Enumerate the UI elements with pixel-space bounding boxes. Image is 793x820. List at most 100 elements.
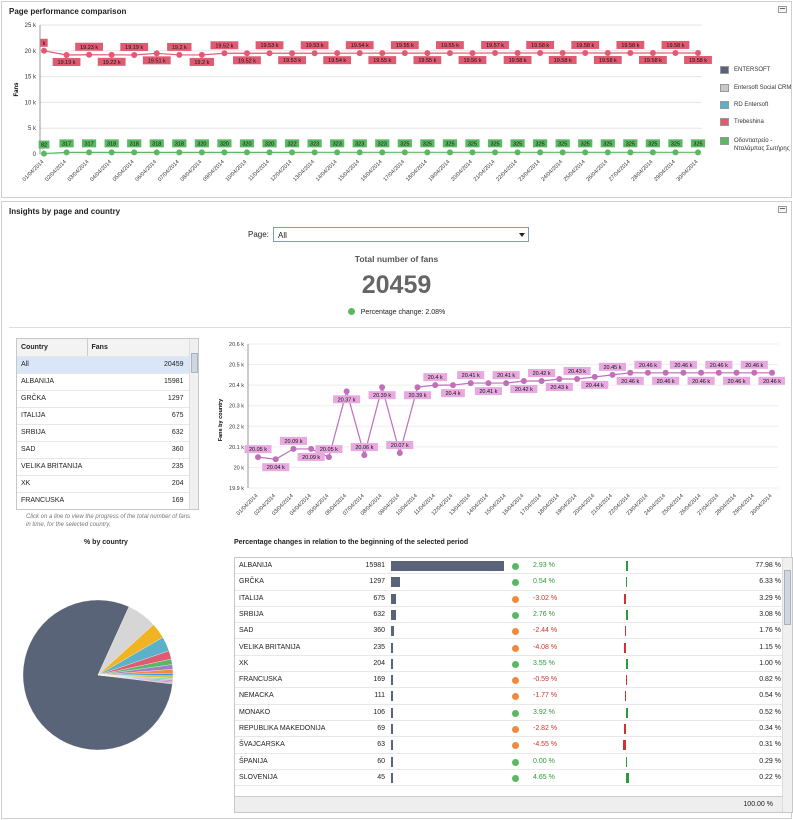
- table-row[interactable]: ITALIJA 675 -3.02 % 3.29 %: [235, 591, 783, 607]
- table-row[interactable]: SAD 360 -2.44 % 1.76 %: [235, 623, 783, 640]
- change-cell: -4.08 %: [533, 643, 558, 651]
- table-row[interactable]: GRČKA 1297: [17, 390, 198, 408]
- data-point: [424, 149, 431, 156]
- table-row[interactable]: ŠPANIJA 60 0.00 % 0.29 %: [235, 754, 783, 770]
- total-fans-value: 20459: [361, 271, 432, 299]
- country-cell: XK: [239, 659, 249, 667]
- table-row[interactable]: ITALIJA 675: [17, 407, 198, 425]
- x-tick-label: 13/04/2014: [292, 159, 316, 183]
- minimize-icon[interactable]: [778, 6, 787, 13]
- data-point: [108, 149, 115, 156]
- minimize-icon[interactable]: [778, 206, 787, 213]
- data-label: 325: [400, 141, 409, 147]
- change-cell: 2.76 %: [533, 610, 555, 618]
- table-row[interactable]: XK 204 3.55 % 1.00 %: [235, 656, 783, 673]
- data-point: [751, 369, 758, 376]
- data-point: [63, 51, 70, 58]
- table-row[interactable]: SRBIJA 632 2.76 % 3.08 %: [235, 607, 783, 624]
- country-cell: All: [17, 356, 87, 374]
- page-select[interactable]: All: [273, 227, 529, 242]
- data-point: [662, 369, 669, 376]
- country-column-header[interactable]: Country: [17, 339, 88, 357]
- data-point: [401, 50, 408, 57]
- fans-by-country-chart[interactable]: 20.6 k 20.5 k 20.4 k 20.3 k 20.2 k 20.1 k 20 k…: [210, 336, 785, 536]
- data-label: 325: [468, 141, 477, 147]
- data-label: 323: [333, 141, 342, 147]
- data-point: [485, 380, 492, 387]
- table-row[interactable]: SRBIJA 632: [17, 424, 198, 442]
- country-pie-chart[interactable]: [10, 600, 200, 780]
- data-point: [131, 149, 138, 156]
- x-tick-label: 21/04/2014: [473, 159, 497, 183]
- change-bar: [626, 772, 629, 783]
- table-row[interactable]: ALBANIJA 15981: [17, 373, 198, 391]
- data-point: [514, 149, 521, 156]
- x-tick-label: 27/04/2014: [608, 159, 632, 183]
- country-cell: ALBANIJA: [17, 373, 87, 391]
- data-point: [221, 149, 228, 156]
- fans-bar: [391, 740, 393, 751]
- table-row[interactable]: All 20459: [17, 356, 198, 374]
- fans-cell: 235: [87, 458, 198, 476]
- x-tick-label: 01/04/2014: [22, 159, 46, 183]
- change-bar: [626, 756, 627, 767]
- data-point: [537, 49, 544, 56]
- fans-bar: [391, 626, 394, 637]
- table-row[interactable]: MONAKO 106 3.92 % 0.52 %: [235, 705, 783, 721]
- page-performance-chart[interactable]: 25 k 20 k 15 k 10 k 5 k 0 Fans 01/04/201402/04/…: [2, 2, 712, 197]
- table-row[interactable]: REPUBLIKA MAKEDONIJA 69 -2.82 % 0.34 %: [235, 721, 783, 738]
- data-point: [733, 369, 740, 376]
- share-cell: 0.52 %: [759, 708, 781, 716]
- up-status-icon: [512, 774, 519, 782]
- table-row[interactable]: SLOVENIJA 45 4.65 % 0.22 %: [235, 770, 783, 787]
- data-point: [272, 456, 279, 463]
- data-point: [424, 50, 431, 57]
- table-row[interactable]: FRANCUSKA 169: [17, 492, 198, 509]
- table-row[interactable]: VELIKA BRITANIJA 235 -4.08 % 1.15 %: [235, 640, 783, 656]
- table-row[interactable]: ALBANIJA 15981 2.93 % 77.98 %: [235, 558, 783, 575]
- legend-label: Entersoft Social CRM: [734, 85, 792, 91]
- data-label: 322: [287, 141, 296, 147]
- data-label: 317: [62, 141, 71, 147]
- data-point: [255, 454, 261, 461]
- data-label: 20.42 k: [515, 387, 533, 393]
- country-cell: FRANCUSKA: [239, 676, 283, 684]
- fans-cell: 204: [373, 659, 385, 667]
- down-status-icon: [512, 693, 519, 701]
- table-row[interactable]: VELIKA BRITANIJA 235: [17, 458, 198, 476]
- fans-column-header[interactable]: Fans: [87, 339, 198, 357]
- data-point: [308, 445, 315, 452]
- table-row[interactable]: NEMACKA 111 -1.77 % 0.54 %: [235, 688, 783, 705]
- data-point: [176, 149, 183, 156]
- table-row[interactable]: GRČKA 1297 0.54 % 6.33 %: [235, 574, 783, 591]
- fans-cell: 632: [87, 424, 198, 442]
- x-tick-label: 20/04/2014: [450, 159, 474, 183]
- fans-cell: 360: [373, 627, 385, 635]
- y-tick-label: 10 k: [25, 100, 37, 106]
- fans-bar: [391, 593, 396, 604]
- data-point: [41, 47, 47, 54]
- data-point: [379, 50, 386, 57]
- table-row[interactable]: SAD 360: [17, 441, 198, 459]
- scrollbar[interactable]: [782, 558, 792, 812]
- change-cell: 0.54 %: [533, 578, 555, 586]
- data-label: 19.52 k: [238, 58, 256, 64]
- data-label: 20.39 k: [373, 393, 391, 399]
- table-row[interactable]: ŠVAJCARSKA 63 -4.55 % 0.31 %: [235, 737, 783, 754]
- fans-bar: [391, 561, 504, 571]
- table-row[interactable]: XK 204: [17, 475, 198, 493]
- fans-cell: 1297: [369, 578, 385, 586]
- table-row[interactable]: FRANCUSKA 169 -0.59 % 0.82 %: [235, 672, 783, 689]
- page-performance-panel: Page performance comparison 25 k 20 k 15 k…: [1, 1, 792, 198]
- data-label: 19.55 k: [373, 58, 391, 64]
- fans-bar: [391, 756, 393, 767]
- data-point: [520, 378, 527, 385]
- data-label: 19.55 k: [396, 43, 414, 49]
- change-bar: [624, 593, 626, 604]
- fans-cell: 69: [377, 725, 385, 732]
- series-line: [43, 151, 698, 155]
- scrollbar[interactable]: [189, 339, 198, 509]
- data-point: [627, 49, 634, 56]
- data-label: 320: [197, 141, 206, 147]
- x-tick-label: 17/04/2014: [383, 159, 407, 183]
